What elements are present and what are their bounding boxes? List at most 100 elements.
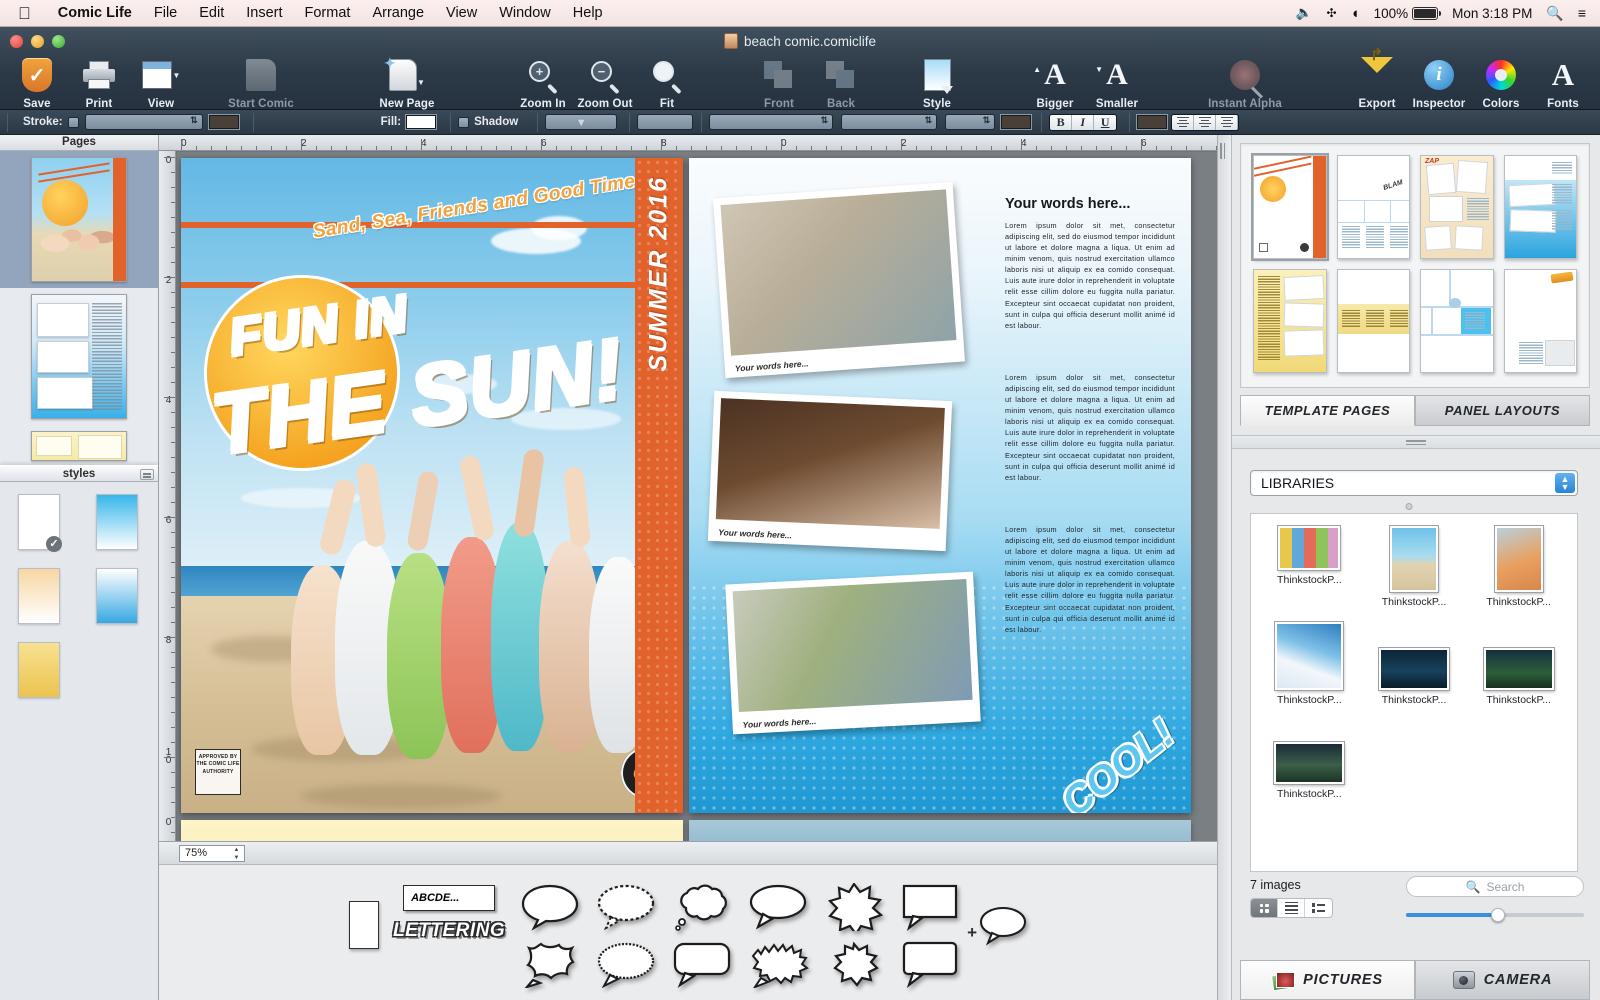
balloon-spiky-round[interactable] [519, 940, 581, 988]
balloon-round[interactable] [519, 883, 581, 931]
stroke-checkbox[interactable] [68, 117, 79, 128]
template-tan-photos[interactable]: ZAP [1420, 155, 1494, 259]
balloon-jagged[interactable] [747, 940, 809, 988]
source-tabs[interactable]: PICTURES CAMERA [1240, 960, 1590, 1000]
body-paragraph-3[interactable]: Lorem ipsum dolor sit met, consectetur a… [1005, 524, 1175, 635]
page-thumbnail-1[interactable]: 1 [0, 151, 158, 288]
style-swatch-white[interactable] [18, 494, 60, 550]
library-select[interactable]: LIBRARIES ▲▼ [1250, 470, 1578, 496]
photo-caption[interactable]: Your words here... [718, 527, 792, 540]
tab-pictures[interactable]: PICTURES [1240, 960, 1415, 1000]
menu-comic-life[interactable]: Comic Life [47, 0, 143, 27]
colors-button[interactable]: Colors [1470, 55, 1532, 110]
menu-file[interactable]: File [143, 0, 188, 27]
style-swatch-orange-fade-down[interactable] [18, 568, 60, 624]
apple-menu-icon[interactable]:  [0, 5, 47, 22]
library-grid[interactable]: ThinkstockP... ThinkstockP... Thinkstock… [1250, 513, 1578, 872]
menu-view[interactable]: View [435, 0, 488, 27]
grid-view-icon[interactable] [1251, 899, 1278, 917]
volume-icon[interactable]: 🔈 [1296, 5, 1313, 21]
lettering-shape[interactable]: LETTERING [393, 920, 505, 942]
balloon-burst[interactable] [823, 883, 885, 931]
words-here-title[interactable]: Your words here... [1005, 196, 1130, 212]
template-yellow-band[interactable] [1337, 269, 1411, 373]
shapes-tray[interactable]: ABCDE... LETTERING [159, 864, 1217, 1000]
balloon-cloud[interactable] [671, 883, 733, 931]
comic-page-3-partial[interactable] [181, 820, 683, 841]
inspector-button[interactable]: i Inspector [1408, 55, 1470, 110]
template-blue-grid[interactable]: BLAM [1337, 155, 1411, 259]
library-item-4[interactable]: ThinkstockP... [1257, 622, 1362, 706]
body-paragraph-2[interactable]: Lorem ipsum dolor sit met, consectetur a… [1005, 372, 1175, 483]
template-blue-panel[interactable] [1420, 269, 1494, 373]
template-plain[interactable] [1504, 269, 1578, 373]
thumbnail-size-slider[interactable] [1406, 908, 1584, 922]
align-center-button[interactable] [1194, 115, 1216, 130]
search-input[interactable]: 🔍 Search [1406, 876, 1584, 897]
battery-status[interactable]: 100% [1374, 6, 1439, 21]
detail-view-icon[interactable] [1305, 899, 1332, 917]
align-right-button[interactable] [1216, 115, 1238, 130]
shadow-style-select[interactable]: ▼ [545, 114, 617, 130]
library-item-2[interactable]: ThinkstockP... [1362, 526, 1467, 608]
text-style-group[interactable]: B I U [1049, 114, 1117, 131]
spotlight-icon[interactable]: 🔍 [1546, 5, 1563, 22]
instant-alpha-button[interactable]: Instant Alpha [1186, 55, 1304, 110]
menu-arrange[interactable]: Arrange [361, 0, 435, 27]
zoom-stepper[interactable]: ▲▼ [231, 847, 242, 861]
balloon-rounded-rect[interactable] [671, 940, 733, 988]
library-item-3[interactable]: ThinkstockP... [1466, 526, 1571, 608]
panel-splitter[interactable] [1218, 135, 1232, 1000]
new-page-button[interactable]: ▼ New Page [365, 55, 449, 110]
fonts-button[interactable]: A Fonts [1532, 55, 1594, 110]
italic-button[interactable]: I [1072, 115, 1094, 130]
style-button[interactable]: Style [906, 55, 968, 110]
template-cover[interactable] [1253, 155, 1327, 259]
library-item-7[interactable]: ThinkstockP... [1257, 720, 1362, 800]
smaller-text-button[interactable]: A Smaller [1086, 55, 1148, 110]
photo-panel-1[interactable]: Your words here... [713, 182, 965, 378]
pages-list[interactable]: 1 2 [0, 151, 158, 469]
align-left-button[interactable] [1172, 115, 1194, 130]
balloon-oval[interactable] [747, 883, 809, 931]
template-pages-box[interactable]: BLAM ZAP [1240, 143, 1590, 388]
text-align-group[interactable] [1171, 114, 1239, 131]
menu-insert[interactable]: Insert [235, 0, 293, 27]
balloon-dashed[interactable] [595, 883, 657, 931]
send-back-button[interactable]: Back [810, 55, 872, 110]
align-color-swatch[interactable] [1137, 115, 1167, 129]
page-thumbnail-2[interactable]: 2 [0, 288, 158, 425]
export-button[interactable]: Export [1346, 55, 1408, 110]
start-comic-button[interactable]: Start Comic [205, 55, 317, 110]
comic-page-2[interactable]: Your words here... Your words here... Yo… [689, 158, 1191, 813]
print-button[interactable]: Print [68, 55, 130, 110]
body-paragraph-1[interactable]: Lorem ipsum dolor sit met, consectetur a… [1005, 220, 1175, 331]
styles-resize-grip[interactable] [140, 469, 154, 480]
balloon-square[interactable] [899, 883, 961, 931]
clock[interactable]: Mon 3:18 PM [1452, 6, 1532, 21]
font-style-select[interactable] [841, 114, 937, 130]
style-swatch-blue-fade-down[interactable] [96, 494, 138, 550]
bluetooth-icon[interactable]: ✣ [1326, 6, 1336, 20]
shadow-checkbox[interactable] [458, 117, 469, 128]
pages-canvas[interactable]: Sand, Sea, Friends and Good Times... FUN… [177, 152, 1217, 841]
view-button[interactable]: ▼ View [130, 55, 192, 110]
fill-color-swatch[interactable] [406, 115, 436, 129]
bring-front-button[interactable]: Front [748, 55, 810, 110]
font-size-select[interactable] [945, 114, 995, 130]
save-button[interactable]: Save [6, 55, 68, 110]
template-yellow-column[interactable] [1253, 269, 1327, 373]
fit-button[interactable]: Fit [636, 55, 698, 110]
notification-center-icon[interactable]: ≡ [1578, 5, 1586, 21]
stroke-style-select[interactable] [85, 114, 203, 130]
styles-grid[interactable] [0, 482, 158, 698]
stroke-color-swatch[interactable] [209, 115, 239, 129]
zoom-level-field[interactable]: 75% ▲▼ [179, 845, 245, 862]
underline-button[interactable]: U [1094, 115, 1116, 130]
zoom-in-button[interactable]: + Zoom In [512, 55, 574, 110]
library-collapse-knob[interactable] [1406, 503, 1413, 510]
template-tabs[interactable]: TEMPLATE PAGES PANEL LAYOUTS [1240, 395, 1590, 426]
comic-page-4-partial[interactable] [689, 820, 1191, 841]
panel-divider[interactable] [1232, 435, 1600, 449]
balloon-scalloped[interactable] [595, 940, 657, 988]
